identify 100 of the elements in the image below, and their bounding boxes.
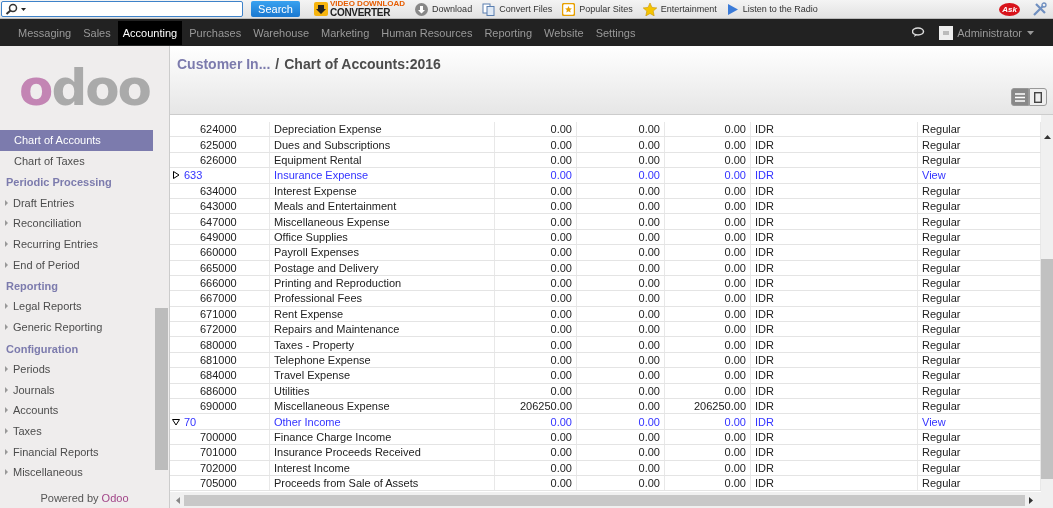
tools-icon[interactable] bbox=[1032, 1, 1047, 17]
account-code: 681000 bbox=[170, 352, 270, 368]
toolbar-link[interactable]: Convert Files bbox=[482, 2, 553, 16]
toolbar-link[interactable]: Listen to the Radio bbox=[726, 2, 818, 16]
amount: 0.00 bbox=[495, 291, 577, 306]
amount: 0.00 bbox=[495, 352, 577, 368]
sidebar-item[interactable]: Taxes bbox=[0, 420, 153, 442]
sidebar-item[interactable]: Legal Reports bbox=[0, 296, 153, 317]
currency: IDR bbox=[751, 399, 918, 414]
amount: 0.00 bbox=[495, 198, 577, 214]
amount: 0.00 bbox=[495, 429, 577, 445]
currency: IDR bbox=[751, 245, 918, 260]
search-button[interactable]: Search bbox=[251, 1, 300, 17]
amount: 0.00 bbox=[577, 476, 665, 491]
currency: IDR bbox=[751, 122, 918, 137]
account-name: Equipment Rental bbox=[270, 152, 495, 168]
amount: 0.00 bbox=[495, 476, 577, 491]
amount: 0.00 bbox=[665, 122, 751, 137]
expand-arrow-icon bbox=[5, 365, 8, 372]
account-code: 700000 bbox=[170, 429, 270, 445]
amount: 0.00 bbox=[665, 460, 751, 475]
sidebar-item[interactable]: Periods bbox=[0, 358, 153, 380]
avatar-icon bbox=[939, 25, 954, 40]
account-name: Postage and Delivery bbox=[270, 260, 495, 275]
sidebar-item[interactable]: Chart of Taxes bbox=[0, 150, 153, 172]
amount: 0.00 bbox=[495, 337, 577, 352]
scrollbar[interactable] bbox=[170, 492, 1053, 508]
account-name: Office Supplies bbox=[270, 229, 495, 245]
menu-item[interactable]: Messaging bbox=[13, 20, 77, 45]
menu-item[interactable]: Reporting bbox=[479, 20, 538, 45]
amount: 0.00 bbox=[577, 275, 665, 291]
list-view-button[interactable] bbox=[1011, 88, 1029, 106]
sidebar-item[interactable]: Chart of Accounts bbox=[0, 130, 153, 151]
amount: 0.00 bbox=[495, 260, 577, 275]
scroll-left-icon[interactable] bbox=[176, 496, 180, 504]
breadcrumb-link[interactable]: Customer In... bbox=[177, 56, 271, 72]
sidebar-item[interactable]: Journals bbox=[0, 379, 153, 400]
caret-icon bbox=[21, 7, 26, 11]
section-heading: Reporting bbox=[5, 279, 59, 295]
currency: IDR bbox=[751, 445, 918, 460]
ask-logo[interactable]: Ask bbox=[999, 2, 1020, 16]
odoo-link[interactable]: Odoo bbox=[101, 492, 129, 504]
account-name: Other Income bbox=[270, 414, 495, 429]
scrollbar[interactable] bbox=[1041, 115, 1053, 492]
account-code: 643000 bbox=[170, 198, 270, 214]
sidebar-item[interactable]: Miscellaneous bbox=[0, 461, 153, 483]
account-code: 633 bbox=[170, 168, 270, 183]
account-name: Finance Charge Income bbox=[270, 429, 495, 445]
account-name: Telephone Expense bbox=[270, 352, 495, 368]
amount: 0.00 bbox=[577, 214, 665, 229]
menu-item[interactable]: Warehouse bbox=[248, 20, 314, 45]
expand-arrow-icon bbox=[5, 241, 8, 248]
search-field[interactable] bbox=[1, 1, 243, 17]
expand-toggle-icon[interactable] bbox=[172, 171, 180, 180]
scroll-up-icon[interactable] bbox=[1044, 135, 1051, 139]
amount: 0.00 bbox=[665, 183, 751, 198]
menu-item[interactable]: Website bbox=[539, 20, 589, 45]
sidebar-item[interactable]: Generic Reporting bbox=[0, 316, 153, 338]
expand-arrow-icon bbox=[5, 261, 8, 268]
amount: 0.00 bbox=[577, 183, 665, 198]
video-converter-logo[interactable]: VIDEO DOWNLOAD CONVERTER bbox=[314, 0, 406, 18]
toolbar-link[interactable]: Download bbox=[415, 2, 473, 16]
sidebar-item[interactable]: Financial Reports bbox=[0, 441, 153, 462]
expand-toggle-icon[interactable] bbox=[172, 417, 180, 426]
toolbar-link[interactable]: Popular Sites bbox=[562, 2, 633, 16]
sidebar-item[interactable]: Accounts bbox=[0, 399, 153, 421]
scroll-right-icon[interactable] bbox=[1029, 496, 1033, 504]
expand-arrow-icon bbox=[5, 407, 8, 414]
menu-item[interactable]: Settings bbox=[590, 20, 641, 45]
chat-icon[interactable] bbox=[912, 27, 926, 38]
amount: 0.00 bbox=[665, 383, 751, 399]
amount: 0.00 bbox=[495, 322, 577, 337]
sidebar-item[interactable]: End of Period bbox=[0, 254, 153, 276]
menu-item[interactable]: Marketing bbox=[316, 20, 375, 45]
amount: 0.00 bbox=[495, 137, 577, 152]
currency: IDR bbox=[751, 460, 918, 475]
account-code: 70 bbox=[170, 414, 270, 429]
sidebar-item[interactable]: Recurring Entries bbox=[0, 233, 153, 255]
account-name: Miscellaneous Expense bbox=[270, 214, 495, 229]
currency: IDR bbox=[751, 275, 918, 291]
amount: 0.00 bbox=[577, 414, 665, 429]
account-name: Professional Fees bbox=[270, 291, 495, 306]
amount: 0.00 bbox=[495, 168, 577, 183]
amount: 0.00 bbox=[665, 445, 751, 460]
menu-item[interactable]: Purchases bbox=[184, 20, 247, 45]
sidebar-item[interactable]: Reconciliation bbox=[0, 213, 153, 234]
menu-item[interactable]: Human Resources bbox=[376, 20, 478, 45]
form-view-button[interactable] bbox=[1029, 88, 1047, 106]
amount: 0.00 bbox=[577, 229, 665, 245]
account-code: 680000 bbox=[170, 337, 270, 352]
user-menu[interactable]: Administrator bbox=[957, 26, 1034, 39]
menu-item[interactable]: Sales bbox=[78, 20, 116, 45]
toolbar-link[interactable]: Entertainment bbox=[642, 2, 717, 16]
menu-item[interactable]: Accounting bbox=[117, 20, 183, 45]
account-code: 666000 bbox=[170, 275, 270, 291]
account-name: Repairs and Maintenance bbox=[270, 322, 495, 337]
sidebar-item[interactable]: Draft Entries bbox=[0, 192, 153, 214]
expand-arrow-icon bbox=[5, 427, 8, 434]
amount: 0.00 bbox=[577, 260, 665, 275]
account-code: 701000 bbox=[170, 445, 270, 460]
